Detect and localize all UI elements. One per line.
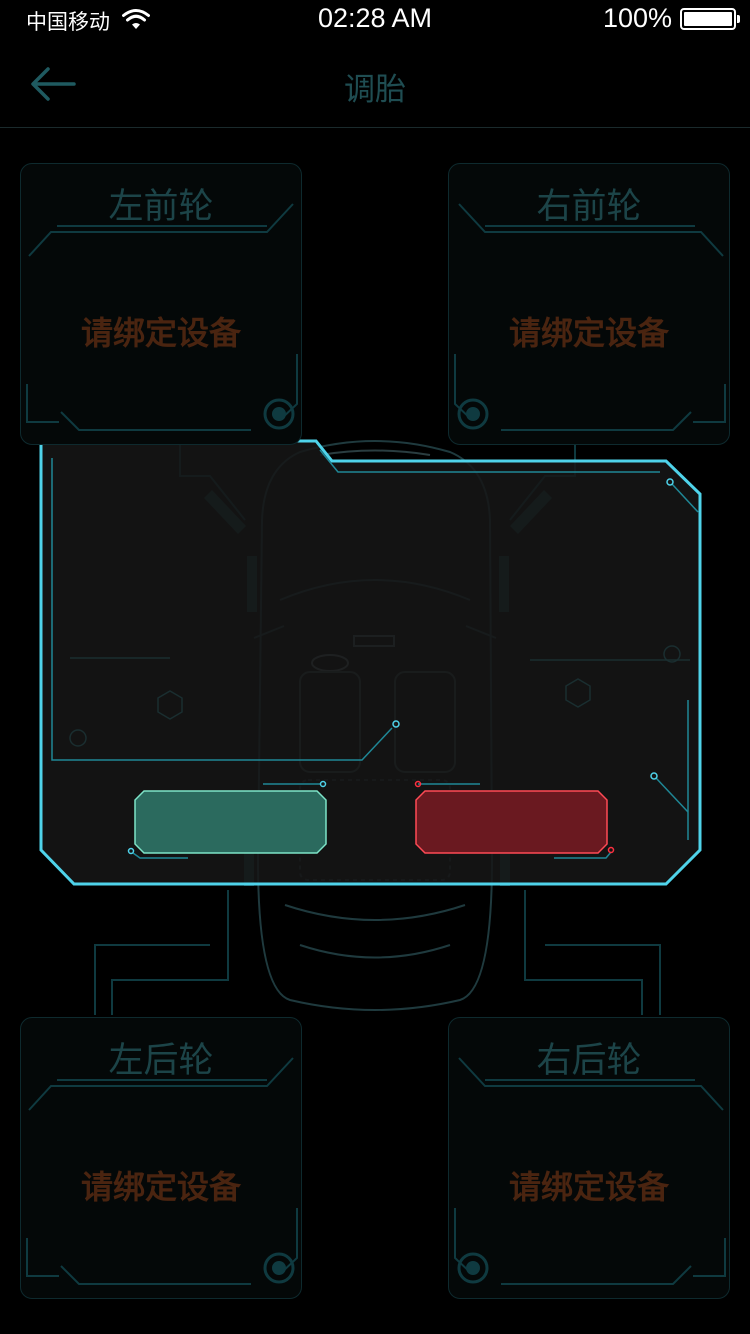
tire-name: 左后轮 [108, 1041, 214, 1081]
battery-percent: 100% [602, 3, 672, 33]
page-title: 调胎 [344, 72, 406, 108]
status-bar: 中国移动 02:28 AM 100% [0, 0, 750, 40]
bind-device-prompt: 请绑定设备 [80, 1168, 241, 1206]
tire-name: 左前轮 [108, 187, 214, 227]
tire-name: 右前轮 [536, 187, 642, 227]
tire-name: 右后轮 [536, 1041, 642, 1081]
tire-card-rear-right[interactable]: 右后轮 请绑定设备 [448, 1017, 730, 1299]
car-outline-graphic [39, 439, 702, 1015]
tire-card-front-left[interactable]: 左前轮 请绑定设备 [20, 163, 302, 445]
car-diagram [0, 430, 750, 1030]
nav-bar: 调胎 [0, 40, 750, 128]
battery-icon [680, 8, 740, 30]
bind-device-prompt: 请绑定设备 [508, 1168, 669, 1206]
tire-card-front-right[interactable]: 右前轮 请绑定设备 [448, 163, 730, 445]
pressure-increase-button[interactable] [415, 790, 608, 854]
pressure-decrease-button[interactable] [134, 790, 327, 854]
tire-card-rear-left[interactable]: 左后轮 请绑定设备 [20, 1017, 302, 1299]
bind-device-prompt: 请绑定设备 [508, 314, 669, 352]
bind-device-prompt: 请绑定设备 [80, 314, 241, 352]
